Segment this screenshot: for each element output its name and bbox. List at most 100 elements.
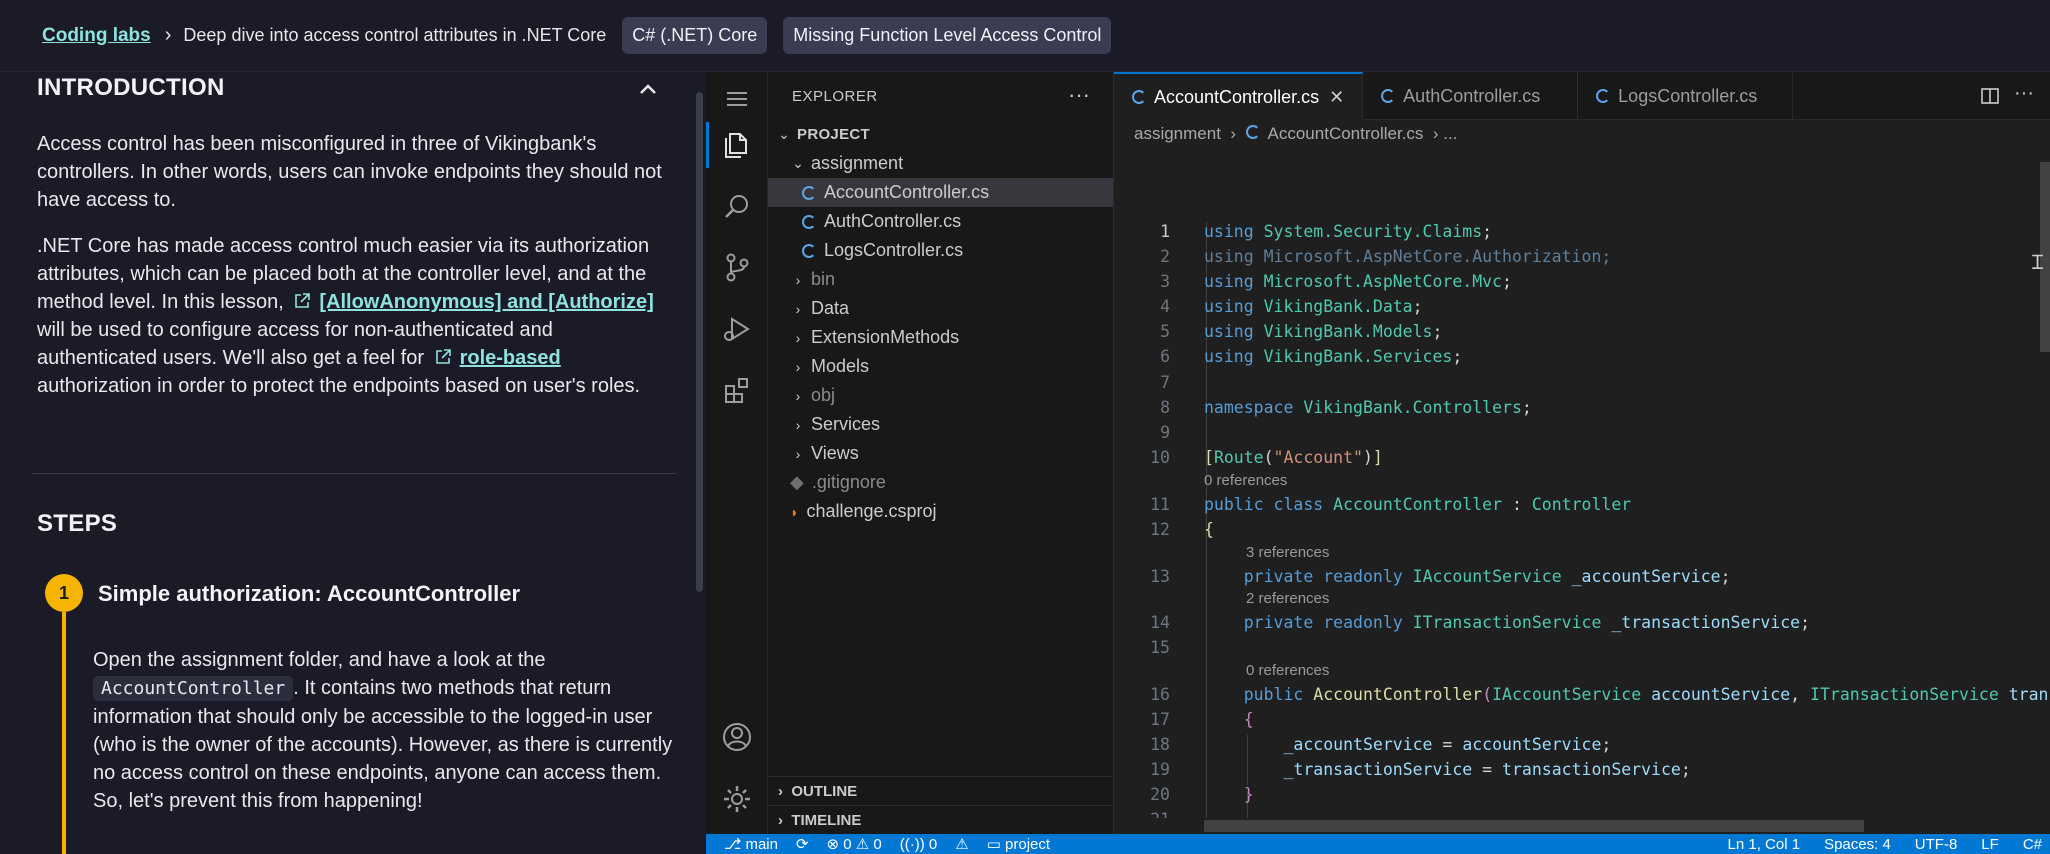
file-csproj[interactable]: ◗ challenge.csproj: [768, 497, 1113, 526]
line-number: 12: [1150, 520, 1170, 539]
branch-label: main: [745, 836, 778, 853]
split-editor-icon[interactable]: [1980, 86, 2000, 106]
run-debug-icon[interactable]: [720, 312, 754, 346]
activity-bar: [706, 72, 768, 834]
section-divider: [32, 473, 676, 474]
code-line: {: [1204, 520, 1214, 539]
file-label: AccountController.cs: [824, 182, 990, 202]
code-line: using Microsoft.AspNetCore.Authorization…: [1204, 247, 1612, 266]
file-accountcontroller[interactable]: AccountController.cs: [768, 178, 1113, 207]
breadcrumb-coding-labs-link[interactable]: Coding labs: [42, 25, 151, 47]
file-label: AuthController.cs: [824, 211, 962, 231]
code-view[interactable]: 1 2 3 4 5 6 7 8 9 10 11 12 13 14 15 16 1…: [1114, 148, 2050, 818]
close-icon[interactable]: ✕: [1329, 87, 1344, 108]
file-authcontroller[interactable]: AuthController.cs: [768, 207, 1113, 236]
more-actions-icon[interactable]: ···: [2014, 82, 2034, 105]
source-control-icon[interactable]: [720, 250, 754, 284]
breadcrumb-more[interactable]: ...: [1443, 124, 1457, 143]
folder-extensionmethods[interactable]: › ExtensionMethods: [768, 323, 1113, 352]
folder-bin[interactable]: › bin: [768, 265, 1113, 294]
text-cursor-icon: Ɪ: [2032, 252, 2044, 274]
tag-language[interactable]: C# (.NET) Core: [622, 17, 768, 54]
project-label: project: [1005, 836, 1051, 853]
files-explorer-icon[interactable]: [720, 128, 754, 162]
code-line: _transactionService = transactionService…: [1283, 760, 1691, 779]
role-based-link[interactable]: role-based: [460, 347, 561, 369]
line-number: 9: [1160, 423, 1170, 442]
search-icon[interactable]: [720, 190, 754, 224]
line-number: 18: [1150, 735, 1170, 754]
horizontal-scrollbar[interactable]: [1204, 820, 1864, 832]
language-mode[interactable]: C#: [2023, 836, 2042, 853]
branch-indicator[interactable]: ⎇ main: [724, 835, 778, 853]
outline-section[interactable]: › OUTLINE: [768, 776, 1113, 805]
tab-accountcontroller[interactable]: AccountController.cs ✕: [1114, 72, 1364, 120]
codelens-references[interactable]: 3 references: [1246, 544, 1329, 561]
tab-authcontroller[interactable]: AuthController.cs: [1363, 72, 1579, 120]
chevron-right-icon: ›: [778, 811, 783, 829]
warning-icon[interactable]: ⚠: [955, 835, 968, 853]
csharp-file-icon: [1596, 89, 1611, 103]
file-breadcrumb: assignment › AccountController.cs › ...: [1134, 124, 1457, 144]
encoding-indicator[interactable]: UTF-8: [1915, 836, 1958, 853]
extensions-icon[interactable]: [720, 374, 754, 408]
csharp-file-icon: [1245, 125, 1260, 139]
folder-models[interactable]: › Models: [768, 352, 1113, 381]
more-actions-icon[interactable]: ···: [1068, 82, 1090, 108]
intro-paragraph-1: Access control has been misconfigured in…: [37, 133, 662, 211]
line-number: 7: [1160, 373, 1170, 392]
account-icon[interactable]: [720, 720, 754, 754]
settings-gear-icon[interactable]: [720, 782, 754, 816]
indentation-indicator[interactable]: Spaces: 4: [1824, 836, 1891, 853]
codelens-references[interactable]: 2 references: [1246, 590, 1329, 607]
line-number: 6: [1160, 347, 1170, 366]
folder-services[interactable]: › Services: [768, 410, 1113, 439]
menu-icon[interactable]: [720, 82, 754, 116]
file-gitignore[interactable]: ◆ .gitignore: [768, 468, 1113, 497]
code-line: using System.Security.Claims;: [1204, 222, 1493, 241]
allowanonymous-authorize-link[interactable]: [AllowAnonymous] and [Authorize]: [319, 291, 653, 313]
folder-assignment[interactable]: ⌄ assignment: [768, 149, 1113, 178]
inline-code-accountcontroller: AccountController: [93, 676, 294, 701]
breadcrumb-folder[interactable]: assignment: [1134, 124, 1221, 143]
codelens-references[interactable]: 0 references: [1246, 662, 1329, 679]
problems-indicator[interactable]: ⊗ 0 ⚠ 0: [827, 835, 882, 853]
project-section-header[interactable]: ⌄ PROJECT: [768, 120, 1113, 149]
breadcrumb-current-lesson: Deep dive into access control attributes…: [183, 25, 607, 45]
folder-obj[interactable]: › obj: [768, 381, 1113, 410]
project-indicator[interactable]: ▭ project: [987, 835, 1050, 853]
chevron-right-icon: ›: [1428, 124, 1444, 143]
intro-paragraph-2: .NET Core has made access control much e…: [37, 232, 677, 400]
intro-p2-text-c: authorization in order to protect the en…: [37, 375, 641, 397]
line-number: 20: [1150, 785, 1170, 804]
timeline-section[interactable]: › TIMELINE: [768, 805, 1113, 834]
introduction-heading: INTRODUCTION: [37, 74, 225, 101]
line-number: 10: [1150, 448, 1170, 467]
codelens-references[interactable]: 0 references: [1204, 472, 1287, 489]
code-line: private readonly IAccountService _accoun…: [1243, 567, 1731, 586]
line-number: 13: [1150, 567, 1170, 586]
tab-logscontroller[interactable]: LogsController.cs: [1578, 72, 1794, 120]
folder-data[interactable]: › Data: [768, 294, 1113, 323]
folder-views[interactable]: › Views: [768, 439, 1113, 468]
file-logscontroller[interactable]: LogsController.cs: [768, 236, 1113, 265]
code-line: namespace VikingBank.Controllers;: [1204, 398, 1532, 417]
ports-count: 0: [928, 835, 938, 853]
tag-vulnerability[interactable]: Missing Function Level Access Control: [783, 17, 1112, 54]
sync-icon[interactable]: ⟳: [796, 835, 809, 853]
line-number: 2: [1160, 247, 1170, 266]
csharp-file-icon: [802, 185, 816, 200]
csharp-file-icon: [1381, 89, 1396, 103]
line-number: 1: [1160, 222, 1170, 241]
eol-indicator[interactable]: LF: [1981, 836, 1999, 853]
step-1-title[interactable]: Simple authorization: AccountController: [98, 581, 520, 607]
code-line: _accountService = accountService;: [1283, 735, 1612, 754]
breadcrumb-file[interactable]: AccountController.cs: [1268, 124, 1424, 143]
lesson-scrollbar[interactable]: [696, 92, 703, 592]
folder-label: Models: [811, 356, 870, 376]
chevron-up-icon[interactable]: [636, 78, 660, 102]
cursor-position[interactable]: Ln 1, Col 1: [1728, 836, 1801, 853]
ports-indicator[interactable]: ((·)) 0: [900, 836, 938, 853]
timeline-label: TIMELINE: [791, 811, 862, 829]
explorer-title: EXPLORER: [792, 88, 878, 105]
